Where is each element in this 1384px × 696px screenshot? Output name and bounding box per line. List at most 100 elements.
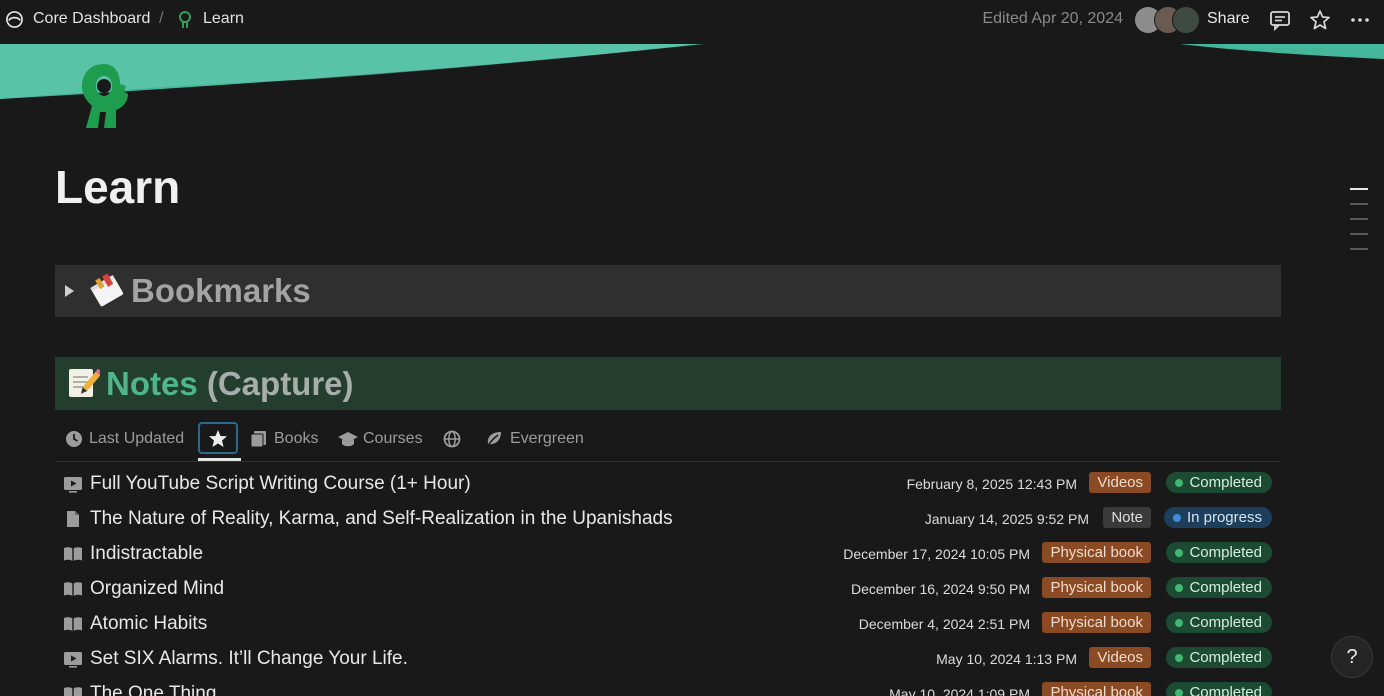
favorite-star-icon[interactable]	[1309, 9, 1331, 31]
type-tag: Physical book	[1042, 682, 1151, 696]
video-icon	[64, 477, 82, 493]
status-label: Completed	[1189, 649, 1262, 666]
globe-icon	[443, 430, 461, 448]
status-badge: Completed	[1166, 577, 1272, 598]
row-title[interactable]: The One Thing	[90, 683, 216, 696]
leaf-icon	[486, 432, 501, 448]
table-row[interactable]: The Nature of Reality, Karma, and Self-R…	[55, 502, 1281, 537]
status-dot	[1175, 549, 1184, 557]
table-row[interactable]: Organized Mind December 16, 2024 9:50 PM…	[55, 572, 1281, 607]
outline-item[interactable]	[1350, 218, 1368, 220]
status-dot	[1172, 514, 1181, 522]
status-badge: In progress	[1163, 507, 1272, 528]
status-badge: Completed	[1166, 647, 1272, 668]
document-icon	[67, 511, 79, 527]
star-icon	[209, 430, 227, 447]
graduation-cap-icon	[338, 432, 358, 447]
bookmarks-toggle-heading[interactable]: Bookmarks	[55, 265, 1281, 317]
tab-last-updated[interactable]: Last Updated	[89, 430, 184, 448]
status-dot	[1175, 689, 1184, 696]
book-icon	[64, 687, 82, 696]
row-title[interactable]: Atomic Habits	[90, 613, 207, 635]
row-date: December 4, 2024 2:51 PM	[858, 616, 1030, 632]
memo-emoji-icon	[69, 368, 100, 397]
notes-title: Notes (Capture)	[106, 365, 354, 403]
table-row[interactable]: Set SIX Alarms. It’ll Change Your Life. …	[55, 642, 1281, 677]
tab-starred[interactable]	[198, 422, 238, 454]
page-title[interactable]: Learn	[55, 160, 180, 214]
top-bar: Core Dashboard / Learn Edited Apr 20, 20…	[0, 0, 1384, 40]
row-date: May 10, 2024 1:09 PM	[889, 686, 1030, 696]
book-icon	[64, 582, 82, 596]
outline-item[interactable]	[1350, 248, 1368, 250]
table-row[interactable]: Indistractable December 17, 2024 10:05 P…	[55, 537, 1281, 572]
toggle-arrow-icon[interactable]	[65, 285, 74, 297]
table-row[interactable]: The One Thing May 10, 2024 1:09 PM Physi…	[55, 677, 1281, 696]
notes-title-secondary: (Capture)	[197, 365, 354, 402]
status-dot	[1175, 654, 1184, 662]
type-tag: Physical book	[1042, 542, 1151, 563]
learn-page-icon[interactable]	[76, 62, 132, 130]
row-date: December 16, 2024 9:50 PM	[851, 581, 1030, 597]
tab-evergreen[interactable]: Evergreen	[510, 430, 584, 448]
share-button[interactable]: Share	[1207, 10, 1250, 28]
comments-icon[interactable]	[1269, 9, 1291, 31]
tab-globe[interactable]	[443, 430, 461, 448]
tab-books[interactable]: Books	[274, 430, 318, 448]
books-icon	[250, 431, 266, 448]
status-dot	[1175, 584, 1184, 592]
outline-item[interactable]	[1350, 203, 1368, 205]
row-date: February 8, 2025 12:43 PM	[906, 476, 1077, 492]
status-label: Completed	[1189, 684, 1262, 696]
cover-image[interactable]	[0, 44, 1384, 104]
row-title[interactable]: Organized Mind	[90, 578, 224, 600]
book-icon	[64, 617, 82, 631]
type-tag: Physical book	[1042, 577, 1151, 598]
page-outline[interactable]	[1350, 188, 1368, 263]
row-date: May 10, 2024 1:13 PM	[936, 651, 1077, 667]
status-label: In progress	[1186, 509, 1262, 526]
table-row[interactable]: Atomic Habits December 4, 2024 2:51 PM P…	[55, 607, 1281, 642]
status-badge: Completed	[1166, 472, 1272, 493]
learn-head-icon	[179, 11, 191, 28]
clock-icon	[66, 431, 82, 447]
status-badge: Completed	[1166, 612, 1272, 633]
type-tag: Videos	[1089, 647, 1151, 668]
status-badge: Completed	[1166, 682, 1272, 696]
status-label: Completed	[1189, 544, 1262, 561]
edited-timestamp: Edited Apr 20, 2024	[982, 10, 1123, 27]
breadcrumb-parent[interactable]: Core Dashboard	[33, 10, 150, 28]
row-title[interactable]: The Nature of Reality, Karma, and Self-R…	[90, 508, 673, 530]
breadcrumb-current[interactable]: Learn	[203, 10, 244, 28]
bookmarks-title: Bookmarks	[131, 272, 311, 309]
status-label: Completed	[1189, 579, 1262, 596]
status-dot	[1175, 479, 1184, 487]
help-button[interactable]: ?	[1331, 636, 1373, 678]
type-tag: Videos	[1089, 472, 1151, 493]
tab-courses[interactable]: Courses	[363, 430, 423, 448]
active-tab-underline	[198, 458, 241, 461]
notes-title-primary: Notes	[106, 365, 198, 402]
row-title[interactable]: Indistractable	[90, 543, 203, 565]
database-view-tabs: Last Updated Books Courses Evergreen	[55, 420, 1281, 462]
row-title[interactable]: Set SIX Alarms. It’ll Change Your Life.	[90, 648, 408, 670]
status-badge: Completed	[1166, 542, 1272, 563]
book-icon	[64, 547, 82, 561]
video-icon	[64, 652, 82, 668]
bookmark-tabs-emoji-icon	[90, 273, 124, 307]
table-row[interactable]: Full YouTube Script Writing Course (1+ H…	[55, 467, 1281, 502]
row-date: December 17, 2024 10:05 PM	[843, 546, 1030, 562]
avatar[interactable]	[1172, 6, 1200, 34]
type-tag: Physical book	[1042, 612, 1151, 633]
workspace-logo-icon[interactable]	[6, 11, 23, 28]
status-label: Completed	[1189, 614, 1262, 631]
more-options-icon[interactable]	[1349, 9, 1371, 31]
row-date: January 14, 2025 9:52 PM	[924, 511, 1089, 527]
status-dot	[1175, 619, 1184, 627]
outline-item[interactable]	[1350, 233, 1368, 235]
outline-item[interactable]	[1350, 188, 1368, 190]
collaborator-avatars[interactable]	[1134, 6, 1200, 34]
row-title[interactable]: Full YouTube Script Writing Course (1+ H…	[90, 473, 471, 495]
breadcrumb-separator: /	[159, 10, 164, 27]
notes-heading[interactable]: Notes (Capture)	[55, 357, 1281, 410]
